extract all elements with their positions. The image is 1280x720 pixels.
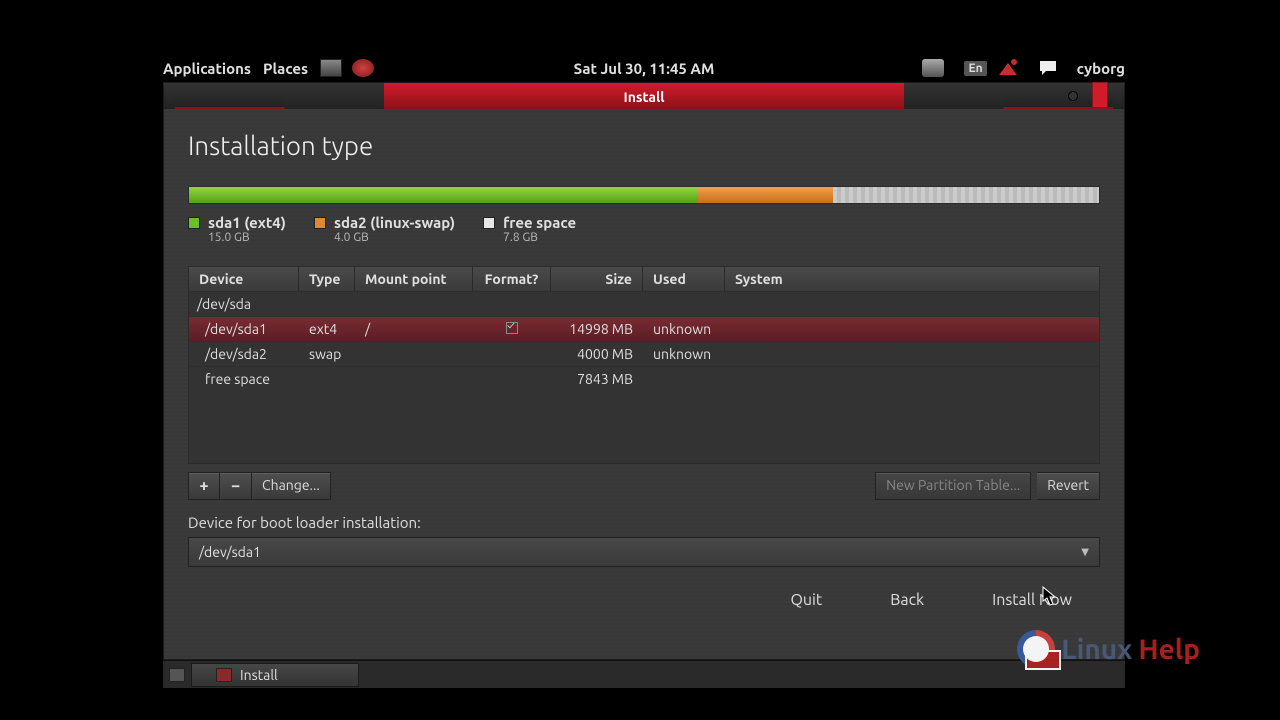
menu-applications[interactable]: Applications — [163, 60, 251, 77]
partition-table[interactable]: Device Type Mount point Format? Size Use… — [188, 266, 1100, 464]
legend-size: 15.0 GB — [208, 231, 286, 244]
keyboard-layout-indicator[interactable]: En — [964, 61, 986, 76]
cell-system — [725, 292, 1099, 316]
network-icon[interactable] — [997, 59, 1019, 77]
col-used: Used — [643, 267, 725, 291]
chat-icon[interactable] — [1039, 59, 1057, 77]
quit-button[interactable]: Quit — [762, 585, 850, 615]
partition-segment — [698, 187, 834, 203]
window-close-icon[interactable] — [1092, 82, 1108, 108]
legend-item: sda1 (ext4)15.0 GB — [188, 214, 286, 244]
window-minimize-icon[interactable] — [1068, 91, 1078, 101]
col-mount: Mount point — [355, 267, 473, 291]
partition-segment — [189, 187, 698, 203]
cell-used: unknown — [643, 317, 725, 341]
cell-used: unknown — [643, 342, 725, 366]
bootloader-device-value: /dev/sda1 — [199, 544, 261, 560]
cell-type: ext4 — [299, 317, 355, 341]
cell-format — [473, 367, 551, 391]
taskbar-item-label: Install — [240, 667, 278, 683]
cell-mount — [355, 367, 473, 391]
legend-label: sda1 (ext4) — [208, 214, 286, 231]
cell-device: /dev/sda1 — [189, 317, 299, 341]
panel-icon-2[interactable] — [352, 59, 374, 77]
cell-size: 4000 MB — [551, 342, 643, 366]
top-panel: Applications Places Sat Jul 30, 11:45 AM… — [163, 55, 1125, 81]
wizard-footer: Quit Back Install Now — [188, 585, 1100, 615]
legend-item: sda2 (linux-swap)4.0 GB — [314, 214, 455, 244]
update-icon[interactable] — [922, 59, 944, 77]
window-titlebar[interactable]: Install — [164, 83, 1124, 109]
col-type: Type — [299, 267, 355, 291]
page-title: Installation type — [188, 131, 1100, 160]
col-format: Format? — [473, 267, 551, 291]
legend-size: 4.0 GB — [334, 231, 455, 244]
cell-size — [551, 292, 643, 316]
col-device: Device — [189, 267, 299, 291]
table-row[interactable]: /dev/sda — [189, 291, 1099, 316]
remove-partition-button[interactable]: − — [220, 472, 252, 500]
bottom-taskbar: Install — [163, 660, 1125, 688]
chevron-down-icon: ▼ — [1081, 546, 1089, 558]
back-button[interactable]: Back — [862, 585, 952, 615]
cell-device: /dev/sda — [189, 292, 299, 316]
partition-usage-bar — [188, 186, 1100, 204]
legend-swatch — [314, 217, 326, 229]
new-partition-table-button[interactable]: New Partition Table... — [875, 472, 1031, 500]
col-size: Size — [551, 267, 643, 291]
cell-mount — [355, 342, 473, 366]
table-row[interactable]: /dev/sda2 swap 4000 MB unknown — [189, 341, 1099, 366]
cell-format — [473, 292, 551, 316]
table-header: Device Type Mount point Format? Size Use… — [189, 267, 1099, 291]
menu-places[interactable]: Places — [263, 60, 308, 77]
cell-system — [725, 367, 1099, 391]
taskbar-item-install[interactable]: Install — [191, 663, 359, 687]
add-partition-button[interactable]: + — [188, 472, 220, 500]
cell-type: swap — [299, 342, 355, 366]
panel-icon-1[interactable] — [320, 59, 342, 77]
linuxhelp-watermark: LinuxHelp — [1017, 630, 1200, 668]
user-menu[interactable]: cyborg — [1077, 60, 1125, 77]
legend-size: 7.8 GB — [503, 231, 576, 244]
legend-label: free space — [503, 214, 576, 231]
change-partition-button[interactable]: Change... — [252, 472, 331, 500]
bootloader-device-select[interactable]: /dev/sda1 ▼ — [188, 537, 1100, 567]
cell-mount — [355, 292, 473, 316]
partition-legend: sda1 (ext4)15.0 GB sda2 (linux-swap)4.0 G… — [188, 214, 1100, 244]
table-row[interactable]: free space 7843 MB — [189, 366, 1099, 391]
cell-device: /dev/sda2 — [189, 342, 299, 366]
installer-window: Install Installation type sda1 (ext4)15.… — [163, 82, 1125, 660]
legend-swatch — [188, 217, 200, 229]
col-system: System — [725, 267, 1099, 291]
cell-type — [299, 367, 355, 391]
bootloader-label: Device for boot loader installation: — [188, 514, 1100, 531]
cell-used — [643, 367, 725, 391]
cell-type — [299, 292, 355, 316]
checkbox-checked-icon[interactable] — [506, 322, 518, 334]
show-desktop-icon[interactable] — [169, 668, 185, 682]
app-icon — [216, 668, 232, 682]
cell-system — [725, 342, 1099, 366]
cell-size: 7843 MB — [551, 367, 643, 391]
cell-system — [725, 317, 1099, 341]
partition-toolbar: + − Change... New Partition Table... Rev… — [188, 472, 1100, 500]
revert-button[interactable]: Revert — [1037, 472, 1100, 500]
watermark-logo-icon — [1017, 630, 1055, 668]
cell-device: free space — [189, 367, 299, 391]
cell-format — [473, 342, 551, 366]
legend-label: sda2 (linux-swap) — [334, 214, 455, 231]
cell-size: 14998 MB — [551, 317, 643, 341]
install-now-button[interactable]: Install Now — [964, 585, 1100, 615]
table-row[interactable]: /dev/sda1 ext4 / 14998 MB unknown — [189, 316, 1099, 341]
cell-used — [643, 292, 725, 316]
cell-mount: / — [355, 317, 473, 341]
partition-segment — [833, 187, 1099, 203]
window-title: Install — [384, 83, 905, 109]
legend-item: free space7.8 GB — [483, 214, 576, 244]
cell-format — [473, 317, 551, 341]
legend-swatch — [483, 217, 495, 229]
